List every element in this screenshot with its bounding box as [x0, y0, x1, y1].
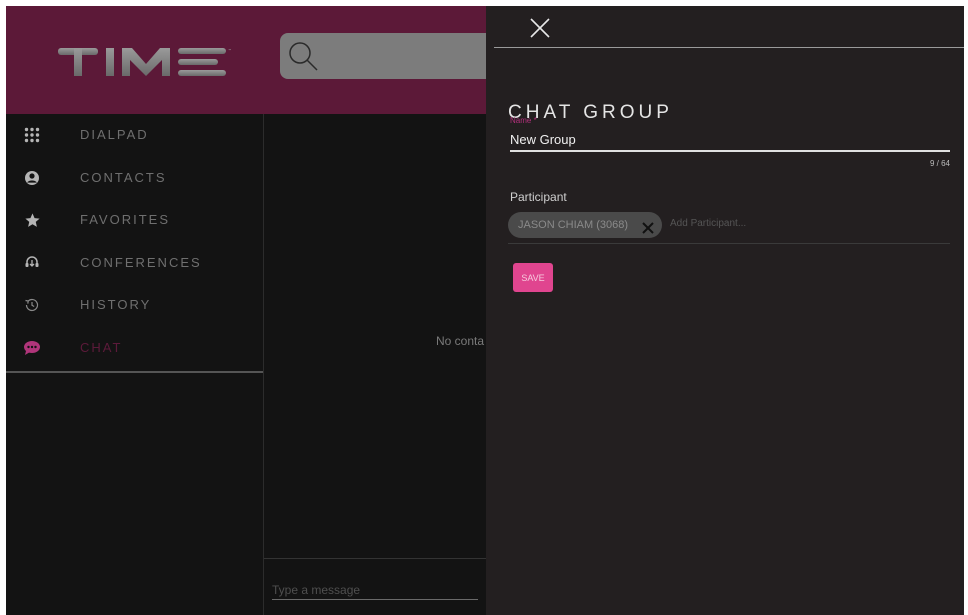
conference-icon: [22, 253, 42, 273]
remove-participant-button[interactable]: [642, 219, 654, 234]
search-box[interactable]: [280, 33, 510, 79]
close-button[interactable]: [528, 16, 552, 40]
sidebar-item-label: CONTACTS: [80, 169, 167, 185]
participant-field: JASON CHIAM (3068): [508, 211, 950, 244]
save-button[interactable]: SAVE: [513, 263, 553, 292]
close-icon[interactable]: [528, 16, 552, 40]
close-icon[interactable]: [642, 222, 654, 234]
panel-divider: [494, 47, 964, 48]
sidebar-item-favorites[interactable]: FAVORITES: [6, 199, 263, 242]
message-composer: [264, 558, 486, 615]
participant-chip[interactable]: JASON CHIAM (3068): [508, 212, 662, 238]
sidebar-item-contacts[interactable]: CONTACTS: [6, 157, 263, 200]
participant-chip-label: JASON CHIAM (3068): [518, 219, 629, 231]
empty-state-text: No conta: [436, 334, 485, 348]
svg-text:™: ™: [228, 48, 232, 53]
chat-group-panel: CHAT GROUP Name * 9 / 64 Participant JAS…: [486, 6, 964, 615]
sidebar-item-dialpad[interactable]: DIALPAD: [6, 114, 263, 157]
name-field-label: Name *: [510, 116, 537, 125]
chat-icon: [22, 338, 42, 358]
app-window: ™ DIALPAD CONTACTS FAVORITES CONFERENCES…: [6, 6, 964, 615]
search-icon[interactable]: [286, 39, 320, 73]
sidebar: DIALPAD CONTACTS FAVORITES CONFERENCES H…: [6, 114, 264, 615]
message-input[interactable]: [272, 581, 478, 600]
contacts-icon: [22, 168, 42, 188]
sidebar-item-conferences[interactable]: CONFERENCES: [6, 242, 263, 285]
sidebar-item-label: HISTORY: [80, 297, 152, 312]
dialpad-icon: [22, 125, 42, 145]
conversation-area: No conta: [264, 114, 486, 615]
star-icon: [22, 210, 42, 230]
sidebar-item-history[interactable]: HISTORY: [6, 284, 263, 327]
sidebar-item-label: CONFERENCES: [80, 254, 202, 270]
sidebar-item-label: DIALPAD: [80, 127, 149, 142]
time-logo: ™: [54, 44, 234, 80]
name-char-counter: 9 / 64: [929, 159, 950, 168]
sidebar-nav: DIALPAD CONTACTS FAVORITES CONFERENCES H…: [6, 114, 263, 373]
history-icon: [22, 295, 42, 315]
add-participant-input[interactable]: [668, 217, 942, 230]
participant-label: Participant: [510, 190, 567, 204]
time-logo-mark: ™: [58, 48, 232, 76]
group-name-input[interactable]: [510, 130, 950, 152]
sidebar-item-chat[interactable]: CHAT: [6, 327, 263, 370]
sidebar-item-label: CHAT: [80, 339, 123, 355]
sidebar-item-label: FAVORITES: [80, 212, 170, 227]
